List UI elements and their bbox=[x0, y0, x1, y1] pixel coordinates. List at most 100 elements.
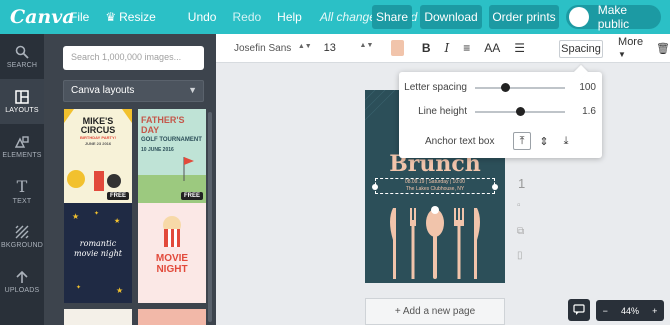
resize-menu[interactable]: ♛ Resize bbox=[105, 10, 171, 24]
poster-date: 08.09.19 | Saturday | 10:00 bbox=[404, 179, 466, 185]
help-menu[interactable]: Help bbox=[277, 10, 302, 24]
italic-button[interactable]: I bbox=[444, 41, 449, 55]
nav-uploads[interactable]: UPLOADS bbox=[0, 259, 44, 304]
nav-uploads-label: UPLOADS bbox=[4, 286, 40, 294]
thumb-movie-line2: NIGHT bbox=[156, 264, 188, 275]
zoom-control: − 44% + bbox=[596, 300, 664, 321]
text-icon: T bbox=[16, 176, 28, 196]
thumb-circus-line2: CIRCUS bbox=[80, 125, 116, 135]
nav-background[interactable]: BKGROUND bbox=[0, 214, 44, 259]
spacing-button[interactable]: Spacing bbox=[559, 40, 603, 58]
layout-thumbnail-movie-night[interactable]: MOVIE NIGHT bbox=[138, 203, 206, 303]
letter-spacing-label: Letter spacing bbox=[404, 82, 467, 93]
share-button[interactable]: Share bbox=[372, 5, 412, 29]
crown-icon: ♛ bbox=[105, 10, 117, 24]
more-button[interactable]: More ▼ bbox=[618, 36, 646, 60]
selected-textbox[interactable]: 08.09.19 | Saturday | 10:00 The Lakes Cl… bbox=[372, 178, 498, 194]
nav-text[interactable]: T TEXT bbox=[0, 169, 44, 214]
free-badge: FREE bbox=[180, 192, 203, 200]
nav-text-label: TEXT bbox=[12, 197, 32, 205]
trash-icon[interactable]: 🗑 bbox=[656, 42, 670, 55]
delete-page-icon[interactable]: ▯ bbox=[517, 250, 523, 261]
font-family-value: Josefin Sans bbox=[234, 42, 292, 54]
background-icon bbox=[15, 225, 29, 238]
layout-thumbnail-circus[interactable]: MIKE'S CIRCUS BIRTHDAY PARTY! JUNE 23 20… bbox=[64, 109, 132, 203]
letter-spacing-row: Letter spacing 100 bbox=[399, 80, 602, 96]
chevron-updown-icon: ▲▼ bbox=[297, 42, 312, 50]
thumb-circus-detail: JUNE 23 2016 bbox=[84, 141, 112, 146]
undo-button[interactable]: Undo bbox=[188, 10, 217, 24]
file-menu[interactable]: File bbox=[70, 10, 89, 24]
line-height-row: Line height 1.6 bbox=[399, 104, 602, 120]
thumb-movie-line1: MOVIE bbox=[155, 253, 189, 264]
svg-text:★: ★ bbox=[72, 212, 79, 221]
elements-icon bbox=[15, 135, 29, 148]
svg-text:✦: ✦ bbox=[94, 210, 99, 217]
zoom-out-button[interactable]: − bbox=[603, 306, 608, 316]
make-public-label: Make public bbox=[597, 3, 630, 31]
page-control-dot[interactable]: ▫ bbox=[517, 200, 521, 211]
thumb-romantic-line2: movie night bbox=[74, 249, 122, 258]
panel-scrollbar[interactable] bbox=[208, 112, 212, 322]
search-icon bbox=[15, 45, 29, 59]
category-dropdown[interactable]: Canva layouts ▼ bbox=[63, 80, 204, 102]
add-page-button[interactable]: + Add a new page bbox=[365, 298, 505, 325]
svg-text:★: ★ bbox=[116, 286, 123, 295]
thumb-fathers-line2: GOLF TOURNAMENT bbox=[141, 137, 202, 143]
layout-thumbnail-fathers-day[interactable]: FATHER'S DAY GOLF TOURNAMENT 10 JUNE 201… bbox=[138, 109, 206, 203]
letter-spacing-value: 100 bbox=[579, 82, 596, 93]
line-height-label: Line height bbox=[418, 106, 467, 117]
thumb-romantic-line1: romantic bbox=[79, 239, 117, 248]
image-search-input[interactable]: Search 1,000,000 images... bbox=[63, 46, 204, 70]
rotate-handle[interactable] bbox=[431, 206, 439, 214]
anchor-bottom-icon[interactable]: ⤓ bbox=[557, 132, 575, 150]
toggle-knob bbox=[569, 7, 589, 27]
chevron-down-icon: ▼ bbox=[188, 85, 197, 95]
zoom-level[interactable]: 44% bbox=[621, 306, 639, 316]
chevron-down-icon: ▼ bbox=[618, 50, 626, 59]
align-center-icon[interactable]: ≡ bbox=[463, 41, 470, 55]
resize-handle-left[interactable] bbox=[372, 184, 378, 190]
thumb-fathers-line1: FATHER'S DAY bbox=[141, 115, 185, 135]
list-icon[interactable]: ☰ bbox=[514, 41, 525, 55]
bold-button[interactable]: B bbox=[422, 41, 431, 55]
category-selected: Canva layouts bbox=[71, 85, 135, 96]
text-color-swatch[interactable] bbox=[391, 40, 404, 56]
anchor-middle-icon[interactable]: ⇕ bbox=[535, 132, 553, 150]
free-badge: FREE bbox=[106, 192, 129, 200]
duplicate-page-icon[interactable]: ⧉ bbox=[517, 226, 524, 237]
layout-thumbnail-romantic-movie-night[interactable]: ★ ★ ✦ ✦ ★ romantic movie night bbox=[64, 203, 132, 303]
left-nav: SEARCH LAYOUTS ELEMENTS T TEXT BKGROUND … bbox=[0, 34, 44, 325]
nav-layouts[interactable]: LAYOUTS bbox=[0, 79, 44, 124]
resize-handle-right[interactable] bbox=[492, 184, 498, 190]
nav-elements-label: ELEMENTS bbox=[2, 151, 42, 159]
svg-text:✦: ✦ bbox=[76, 284, 81, 291]
layout-thumbnail-partial[interactable] bbox=[138, 309, 206, 325]
layouts-panel: Search 1,000,000 images... Canva layouts… bbox=[44, 34, 216, 325]
font-size-select[interactable]: 13 ▲▼ bbox=[324, 42, 374, 54]
letter-spacing-handle[interactable] bbox=[500, 83, 510, 92]
resize-label: Resize bbox=[119, 10, 156, 24]
font-size-value: 13 bbox=[323, 42, 336, 54]
nav-layouts-label: LAYOUTS bbox=[5, 106, 39, 114]
nav-background-label: BKGROUND bbox=[0, 241, 44, 249]
upload-icon bbox=[16, 270, 28, 283]
chat-icon bbox=[573, 304, 585, 315]
page-number: 1 bbox=[518, 176, 526, 191]
layout-thumbnail-partial[interactable] bbox=[64, 309, 132, 325]
canva-logo[interactable]: Canva bbox=[10, 6, 75, 28]
letter-spacing-slider[interactable] bbox=[475, 87, 565, 89]
line-height-handle[interactable] bbox=[516, 107, 525, 116]
zoom-in-button[interactable]: + bbox=[652, 306, 657, 316]
redo-button[interactable]: Redo bbox=[232, 10, 261, 24]
download-button[interactable]: Download bbox=[420, 5, 482, 29]
uppercase-button[interactable]: AA bbox=[484, 41, 500, 55]
nav-elements[interactable]: ELEMENTS bbox=[0, 124, 44, 169]
order-prints-button[interactable]: Order prints bbox=[489, 5, 559, 29]
font-family-select[interactable]: Josefin Sans ▲▼ bbox=[234, 43, 312, 54]
more-label: More bbox=[618, 36, 644, 48]
help-chat-button[interactable] bbox=[568, 299, 590, 321]
anchor-top-icon[interactable]: ⤒ bbox=[513, 132, 531, 150]
nav-search[interactable]: SEARCH bbox=[0, 34, 44, 79]
make-public-toggle[interactable]: Make public bbox=[566, 3, 661, 31]
